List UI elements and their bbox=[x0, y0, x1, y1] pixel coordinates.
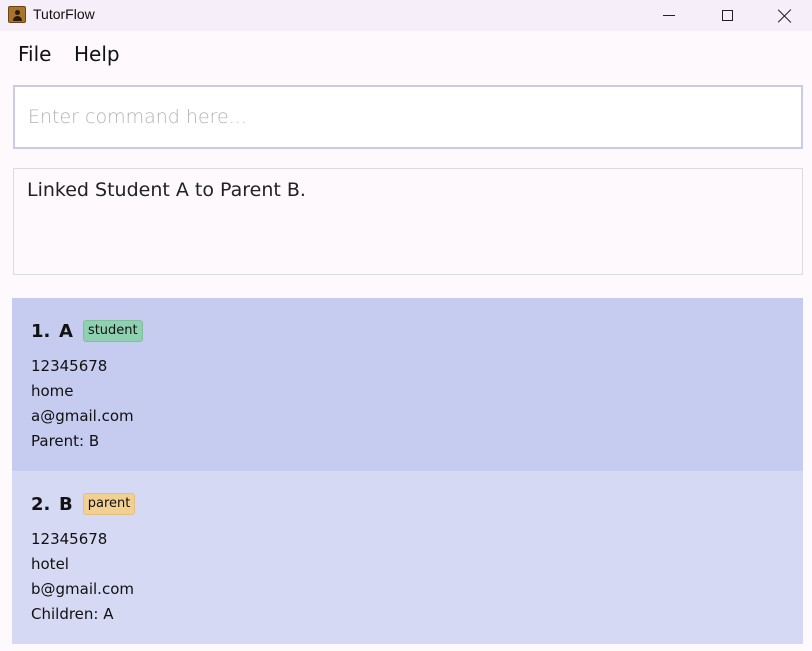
menu-file[interactable]: File bbox=[18, 42, 51, 66]
menu-bar: File Help bbox=[0, 32, 812, 76]
person-address: home bbox=[31, 382, 74, 400]
maximize-icon bbox=[721, 10, 733, 21]
menu-help[interactable]: Help bbox=[74, 42, 120, 66]
person-card[interactable]: 2. B parent 12345678 hotel b@gmail.com C… bbox=[12, 471, 803, 644]
person-phone: 12345678 bbox=[31, 530, 108, 548]
close-button[interactable] bbox=[756, 0, 812, 31]
person-index: 1. bbox=[31, 320, 51, 342]
maximize-button[interactable] bbox=[698, 0, 756, 31]
person-address: hotel bbox=[31, 555, 69, 573]
person-index: 2. bbox=[31, 493, 51, 515]
title-bar: TutorFlow bbox=[0, 0, 812, 31]
person-details: 12345678 home a@gmail.com Parent: B bbox=[31, 354, 134, 454]
person-email: b@gmail.com bbox=[31, 580, 134, 598]
app-contact-icon bbox=[8, 6, 26, 23]
role-tag: parent bbox=[82, 493, 136, 515]
command-input[interactable] bbox=[15, 87, 801, 147]
person-email: a@gmail.com bbox=[31, 407, 134, 425]
person-phone: 12345678 bbox=[31, 357, 108, 375]
person-card-header: 1. A student bbox=[31, 320, 143, 342]
command-box bbox=[13, 85, 803, 149]
close-icon bbox=[778, 9, 792, 23]
person-card[interactable]: 1. A student 12345678 home a@gmail.com P… bbox=[12, 298, 803, 471]
person-relation: Children: A bbox=[31, 605, 114, 623]
minimize-icon bbox=[663, 15, 675, 16]
person-name: A bbox=[59, 320, 73, 342]
person-name: B bbox=[59, 493, 73, 515]
person-card-header: 2. B parent bbox=[31, 493, 136, 515]
person-relation: Parent: B bbox=[31, 432, 100, 450]
result-display: Linked Student A to Parent B. bbox=[13, 168, 803, 275]
person-details: 12345678 hotel b@gmail.com Children: A bbox=[31, 527, 134, 627]
window-title: TutorFlow bbox=[33, 6, 95, 22]
result-message: Linked Student A to Parent B. bbox=[27, 179, 306, 201]
minimize-button[interactable] bbox=[640, 0, 698, 31]
role-tag: student bbox=[82, 320, 143, 342]
